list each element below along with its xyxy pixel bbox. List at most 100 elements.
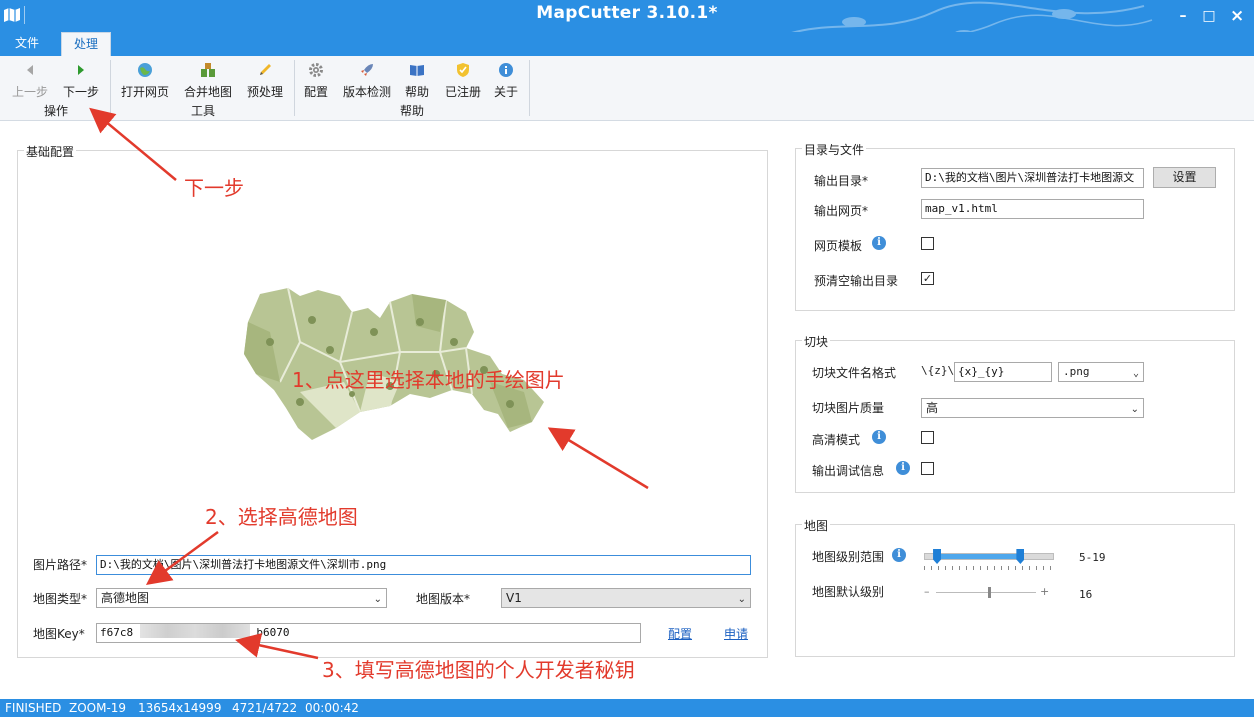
maximize-icon[interactable]: □	[1202, 9, 1216, 23]
next-step-label: 下一步	[63, 85, 100, 99]
map-version-select[interactable]: V1 ⌄	[501, 588, 751, 608]
tab-process[interactable]: 处理	[61, 32, 111, 56]
close-icon[interactable]: ×	[1230, 8, 1244, 25]
preprocess-button[interactable]: 预处理	[247, 62, 283, 100]
slider-handle[interactable]	[988, 587, 991, 598]
open-web-label: 打开网页	[121, 85, 170, 99]
debug-output-checkbox[interactable]	[921, 462, 934, 475]
output-dir-label: 输出目录*	[814, 174, 869, 188]
apply-link[interactable]: 申请	[724, 625, 748, 642]
output-dir-input[interactable]: D:\我的文档\图片\深圳普法打卡地图源文	[921, 168, 1144, 188]
map-key-label: 地图Key*	[33, 627, 85, 641]
tile-quality-label: 切块图片质量	[812, 401, 885, 415]
set-dir-button[interactable]: 设置	[1153, 167, 1216, 188]
map-version-value: V1	[506, 591, 522, 605]
tile-quality-value: 高	[926, 401, 939, 415]
map-type-select[interactable]: 高德地图 ⌄	[96, 588, 387, 608]
registered-button[interactable]: 已注册	[445, 62, 481, 100]
hand-drawn-map-image[interactable]	[240, 282, 546, 442]
annotation-step1: 1、点这里选择本地的手绘图片	[292, 368, 565, 392]
group-separator	[110, 60, 111, 116]
status-bar: FINISHED ZOOM-19 13654x14999 4721/4722 0…	[0, 699, 1254, 717]
page-template-checkbox[interactable]	[921, 237, 934, 250]
map-legend: 地图	[802, 517, 831, 534]
tile-ext-select[interactable]: .png ⌄	[1058, 362, 1144, 382]
map-version-label: 地图版本*	[416, 592, 471, 606]
info-icon	[499, 63, 513, 77]
window-title: MapCutter 3.10.1*	[536, 3, 718, 23]
status-size: 13654x14999	[138, 701, 222, 715]
menu-bar: 文件 处理	[0, 32, 1254, 56]
tab-file[interactable]: 文件	[3, 32, 51, 56]
map-group: 地图 地图级别范围 i 5-19 地图默认级别 – + 16	[795, 517, 1235, 657]
help-button[interactable]: 帮助	[405, 62, 429, 100]
info-icon[interactable]: i	[892, 548, 906, 562]
pencil-icon	[260, 64, 271, 75]
arrow-left-icon	[27, 65, 33, 75]
about-button[interactable]: 关于	[494, 62, 518, 100]
default-zoom-slider[interactable]: – +	[924, 585, 1050, 601]
title-bar: MapCutter 3.10.1* – □ ×	[0, 0, 1254, 32]
minimize-icon[interactable]: –	[1176, 9, 1190, 23]
version-check-button[interactable]: 版本检测	[343, 62, 391, 100]
default-zoom-value: 16	[1079, 588, 1093, 601]
open-web-button[interactable]: 打开网页	[121, 62, 169, 100]
config-button[interactable]: 配置	[304, 62, 328, 100]
next-step-button[interactable]: 下一步	[63, 62, 99, 100]
slider-track	[936, 592, 1036, 593]
chevron-down-icon: ⌄	[373, 594, 382, 605]
info-icon[interactable]: i	[896, 461, 910, 475]
clear-output-checkbox[interactable]: ✓	[921, 272, 934, 285]
status-zoom: ZOOM-19	[69, 701, 127, 715]
info-icon[interactable]: i	[872, 430, 886, 444]
zoom-range-slider[interactable]	[924, 549, 1054, 571]
redacted-key-blur	[139, 624, 250, 638]
directory-files-legend: 目录与文件	[802, 141, 867, 158]
puzzle-icon	[201, 63, 215, 77]
main-panel: 基础配置 图片路径* D:\我的文档\图片\深圳普法打卡地图源文件\深圳市.pn…	[0, 121, 1254, 699]
group-label-operation: 操作	[44, 104, 69, 118]
clear-output-label: 预清空输出目录	[814, 274, 899, 288]
hd-mode-label: 高清模式	[812, 433, 861, 447]
about-label: 关于	[494, 85, 519, 99]
info-icon[interactable]: i	[872, 236, 886, 250]
debug-output-label: 输出调试信息	[812, 464, 885, 478]
config-link[interactable]: 配置	[668, 625, 692, 642]
slider-min-handle[interactable]	[933, 549, 942, 564]
page-template-label: 网页模板	[814, 239, 863, 253]
tile-name-format-label: 切块文件名格式	[812, 366, 897, 380]
arrow-right-icon	[78, 65, 84, 75]
merge-map-button[interactable]: 合并地图	[184, 62, 232, 100]
merge-map-label: 合并地图	[184, 85, 233, 99]
group-label-tools: 工具	[191, 104, 216, 118]
group-separator	[529, 60, 530, 116]
shield-icon	[457, 63, 469, 77]
output-page-input[interactable]: map_v1.html	[921, 199, 1144, 219]
basic-config-legend: 基础配置	[24, 143, 77, 160]
annotation-step2: 2、选择高德地图	[205, 505, 358, 529]
rocket-icon	[361, 64, 373, 76]
status-progress: 4721/4722	[232, 701, 298, 715]
map-key-input[interactable]: f67c8 b6070	[96, 623, 641, 643]
hd-mode-checkbox[interactable]	[921, 431, 934, 444]
tile-quality-select[interactable]: 高 ⌄	[921, 398, 1144, 418]
map-key-suffix: b6070	[256, 626, 290, 639]
minus-icon[interactable]: –	[924, 585, 930, 598]
tile-group: 切块 切块文件名格式 \{z}\ {x}_{y} .png ⌄ 切块图片质量 高…	[795, 333, 1235, 493]
chevron-down-icon: ⌄	[1132, 368, 1139, 379]
chevron-down-icon: ⌄	[737, 594, 746, 605]
globe-icon	[138, 63, 152, 77]
status-time: 00:00:42	[305, 701, 359, 715]
chevron-down-icon: ⌄	[1130, 404, 1139, 415]
slider-max-handle[interactable]	[1016, 549, 1025, 564]
map-type-value: 高德地图	[101, 591, 150, 605]
plus-icon[interactable]: +	[1040, 585, 1049, 598]
prev-step-button[interactable]: 上一步	[12, 62, 48, 100]
version-check-label: 版本检测	[343, 85, 392, 99]
map-key-prefix: f67c8	[100, 626, 134, 639]
basic-config-group: 基础配置 图片路径* D:\我的文档\图片\深圳普法打卡地图源文件\深圳市.pn…	[17, 143, 768, 658]
group-separator	[294, 60, 295, 116]
image-path-input[interactable]: D:\我的文档\图片\深圳普法打卡地图源文件\深圳市.png	[96, 555, 751, 575]
tile-name-format-input[interactable]: {x}_{y}	[954, 362, 1052, 382]
group-label-help: 帮助	[400, 104, 425, 118]
